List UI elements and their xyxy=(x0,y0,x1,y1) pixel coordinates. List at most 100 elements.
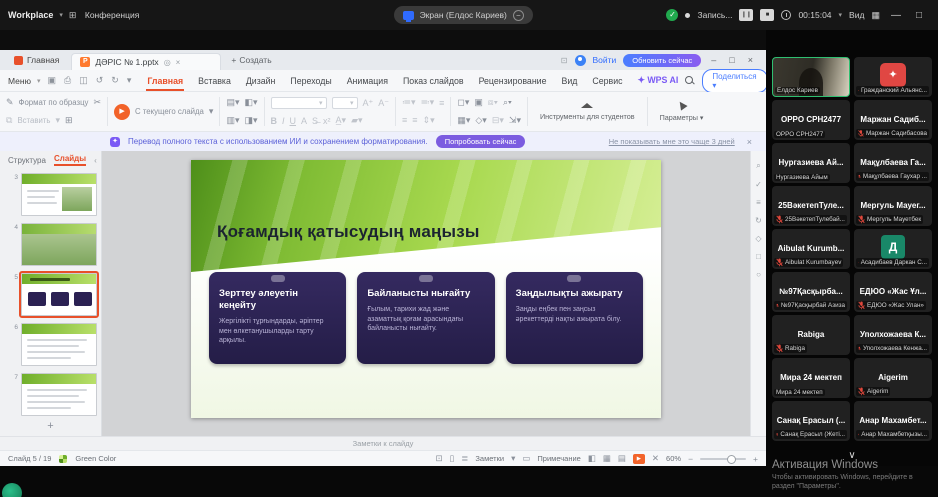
bold-icon[interactable]: B xyxy=(271,116,278,126)
picture-icon[interactable]: ▦▾ xyxy=(457,115,470,126)
align-left-icon[interactable]: ≡ xyxy=(439,98,444,108)
zoom-level[interactable]: 60% xyxy=(666,454,681,463)
current-slide[interactable]: Қоғамдық қатысудың маңызы Зерттеу әлеует… xyxy=(191,160,661,418)
play-slideshow-icon[interactable]: ▶ xyxy=(114,103,131,120)
slide-canvas[interactable]: Қоғамдық қатысудың маңызы Зерттеу әлеует… xyxy=(102,151,750,436)
dismiss-link[interactable]: Не показывать мне это чаще 3 дней xyxy=(609,137,735,146)
help-icon[interactable]: ○ xyxy=(756,270,761,279)
close-tab-icon[interactable]: × xyxy=(176,58,181,67)
text-effects-icon[interactable]: A xyxy=(301,116,307,126)
align-center-icon[interactable]: ≡ xyxy=(402,115,407,125)
workspace-name[interactable]: Workplace xyxy=(8,10,53,20)
text-box-icon[interactable]: ▣ xyxy=(474,97,483,108)
numbering-icon[interactable]: ≕▾ xyxy=(421,97,435,108)
wps-home-tab[interactable]: Главная xyxy=(6,50,67,70)
preview-icon[interactable]: ◫ xyxy=(78,75,89,86)
search-icon[interactable] xyxy=(685,76,694,85)
ribbon-tab-4[interactable]: Анимация xyxy=(346,73,389,89)
highlight-color-icon[interactable]: ▰▾ xyxy=(351,115,362,126)
participant-tile-3[interactable]: OPPO CPH2477 OPPO CPH2477 xyxy=(772,100,850,140)
minimize-button[interactable]: — xyxy=(887,10,905,21)
export-icon[interactable]: ⇲▾ xyxy=(509,115,521,126)
shape-outline-icon[interactable]: ◇▾ xyxy=(475,115,486,126)
desktop-view-icon[interactable]: ⊡ xyxy=(435,453,442,464)
undo-icon[interactable]: ↺ xyxy=(95,75,105,86)
reading-view-icon[interactable]: ▤ xyxy=(618,453,626,464)
mobile-view-icon[interactable]: ▯ xyxy=(450,453,455,464)
stop-record-button[interactable]: ■ xyxy=(760,9,775,21)
ribbon-tab-2[interactable]: Дизайн xyxy=(245,73,277,89)
participant-tile-5[interactable]: Нургазиева Ай... Нургазиева Айым xyxy=(772,143,850,183)
wps-restore-button[interactable]: □ xyxy=(726,55,737,65)
copy-icon[interactable]: ⊞ xyxy=(65,115,73,126)
meeting-app-icon[interactable] xyxy=(2,483,22,497)
find-icon[interactable]: ⌕▾ xyxy=(503,97,512,108)
tab-slides[interactable]: Слайды xyxy=(53,154,87,166)
notes-toggle-icon[interactable]: ≣ xyxy=(461,453,468,464)
paste-button[interactable]: Вставить xyxy=(17,116,50,125)
normal-view-icon[interactable]: ◧ xyxy=(588,453,596,464)
more-chevron-icon[interactable]: ▾ xyxy=(126,75,133,86)
ribbon-tab-9[interactable]: ✦ WPS AI xyxy=(637,72,680,89)
font-color-icon[interactable]: A̲▾ xyxy=(336,115,347,126)
tab-structure[interactable]: Структура xyxy=(8,156,46,165)
wps-minimize-button[interactable]: – xyxy=(708,55,719,65)
zoom-in-icon[interactable]: + xyxy=(753,454,758,464)
participant-tile-9[interactable]: Aibulat Kurumb... Aibulat Kurumbayev xyxy=(772,229,850,269)
fullscreen-icon[interactable]: ✕ xyxy=(652,453,659,464)
collapse-panel-icon[interactable]: ‹ xyxy=(94,156,97,165)
play-chevron-icon[interactable]: ▾ xyxy=(209,106,214,117)
share-button[interactable]: Поделиться ▾ xyxy=(702,68,768,93)
participant-tile-10[interactable]: Д Асадибаев Даркан С... xyxy=(854,229,932,269)
options-button[interactable]: Параметры ▾ xyxy=(654,94,710,129)
ribbon-tab-1[interactable]: Вставка xyxy=(197,73,232,89)
participant-tile-6[interactable]: Мақұлбаева Га... Мақұлбаева Гаухар ... xyxy=(854,143,932,183)
notes-toggle-label[interactable]: Заметки xyxy=(475,454,504,463)
layout-view-icon[interactable]: ▦ xyxy=(871,10,880,21)
animation-pane-icon[interactable]: ↻ xyxy=(755,216,762,225)
user-avatar[interactable] xyxy=(574,54,586,66)
participant-tile-15[interactable]: Мира 24 мектеп Мира 24 мектеп xyxy=(772,358,850,398)
ribbon-tab-0[interactable]: Главная xyxy=(146,73,184,91)
document-tab[interactable]: P ДӘРІС № 1.pptx ◎ × xyxy=(71,53,222,70)
participant-tile-18[interactable]: Анар Махамбет... Анар Махамбетқызы... xyxy=(854,401,932,441)
add-slide-button[interactable]: + xyxy=(0,420,101,436)
try-now-button[interactable]: Попробовать сейчас xyxy=(435,135,526,148)
participant-tile-17[interactable]: Санақ Ерасыл (... Санақ Ерасыл (Жеті... xyxy=(772,401,850,441)
participant-tile-4[interactable]: Маржан Садиб... Маржан Садибасова xyxy=(854,100,932,140)
screen-share-tab[interactable]: Экран (Елдос Кариев) − xyxy=(393,6,533,24)
participant-tile-2[interactable]: ✦ Гражданский Альянс... xyxy=(854,57,932,97)
new-document-button[interactable]: + Создать xyxy=(225,55,271,65)
participant-tile-14[interactable]: Уполхожаева К... Уполхожаева Кенжа... xyxy=(854,315,932,355)
timer-chevron-icon[interactable]: ▾ xyxy=(839,11,843,19)
bullets-icon[interactable]: ≔▾ xyxy=(402,97,416,108)
participant-tile-1[interactable]: Елдос Кариев xyxy=(772,57,850,97)
font-family-select[interactable]: ▾ xyxy=(270,97,327,109)
find-replace-icon[interactable]: ⌕ xyxy=(756,161,760,171)
superscript-icon[interactable]: x² xyxy=(323,116,331,126)
new-slide-icon[interactable]: ▤▾ xyxy=(226,97,239,108)
notes-chevron-icon[interactable]: ▾ xyxy=(511,453,515,464)
underline-icon[interactable]: U xyxy=(290,116,297,126)
italic-icon[interactable]: I xyxy=(282,116,285,126)
participant-tile-7[interactable]: 25ВәкетепТуле... 25ВәкетепТулебай... xyxy=(772,186,850,226)
align-right-icon[interactable]: ≡ xyxy=(412,115,417,125)
student-tools-button[interactable]: Инструменты для студентов xyxy=(534,94,641,129)
ribbon-tab-6[interactable]: Рецензирование xyxy=(478,73,548,89)
play-from-current-button[interactable]: С текущего слайда xyxy=(135,107,204,116)
paste-chevron-icon[interactable]: ▾ xyxy=(56,115,61,126)
comment-label[interactable]: Примечание xyxy=(537,454,580,463)
layout-pane-icon[interactable]: □ xyxy=(756,252,761,261)
slideshow-button[interactable]: ▶ xyxy=(632,453,645,464)
chevron-down-icon[interactable]: ▾ xyxy=(59,11,63,19)
pause-record-button[interactable]: ❙❙ xyxy=(739,9,754,21)
format-painter-button[interactable]: Формат по образцу xyxy=(19,98,89,107)
upgrade-button[interactable]: Обновить сейчас xyxy=(623,53,702,67)
line-spacing-icon[interactable]: ⇕▾ xyxy=(423,115,435,126)
slide-thumbnail-5[interactable] xyxy=(19,271,99,318)
login-link[interactable]: Войти xyxy=(593,55,617,65)
slide-thumbnail-6[interactable] xyxy=(21,323,97,366)
slide-thumbnail-7[interactable] xyxy=(21,373,97,416)
menu-button[interactable]: Меню xyxy=(8,76,31,86)
layout-icon[interactable]: ◧▾ xyxy=(244,97,257,108)
